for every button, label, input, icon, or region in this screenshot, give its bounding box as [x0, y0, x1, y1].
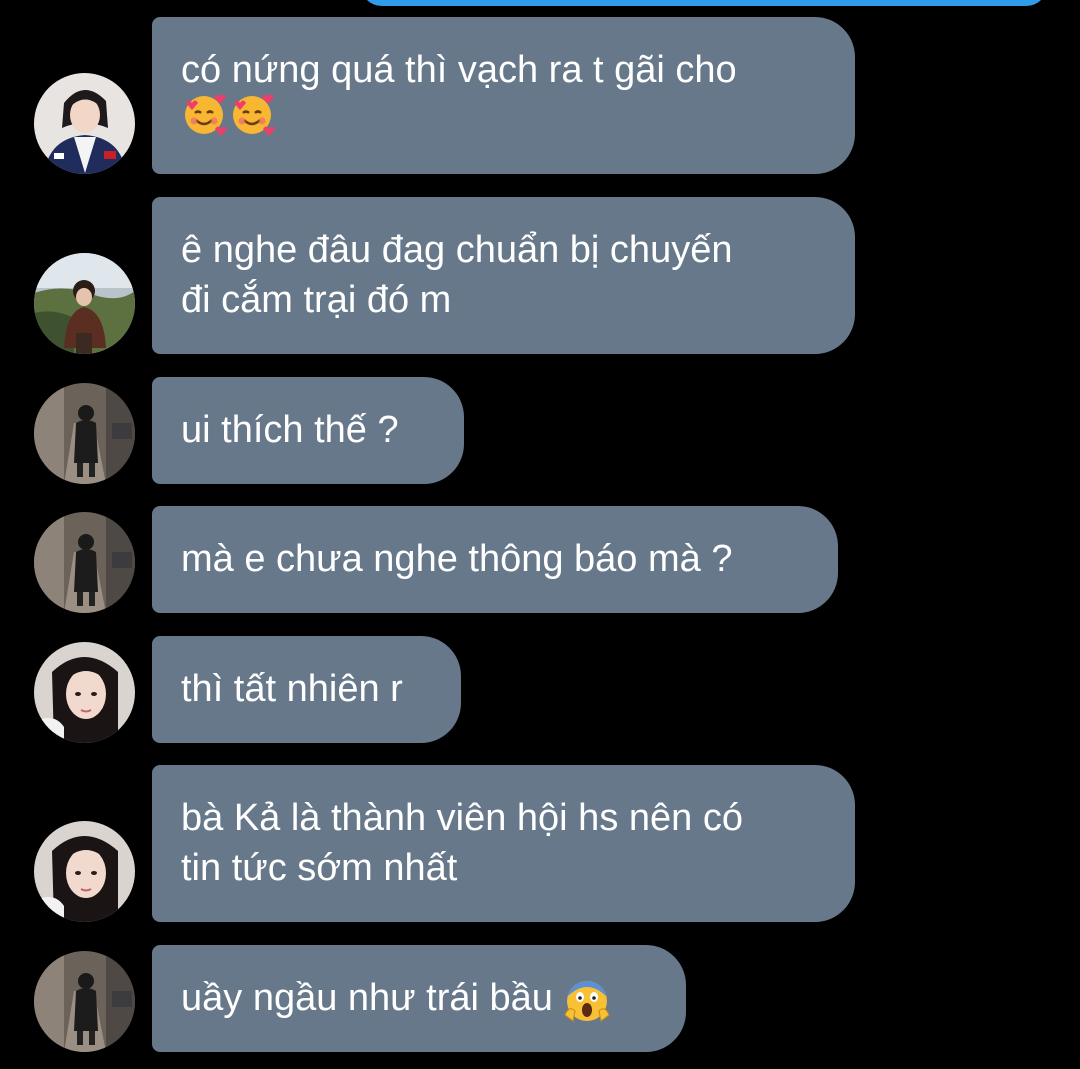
avatar[interactable]: [34, 951, 135, 1052]
message-bubble[interactable]: ê nghe đâu đag chuẩn bị chuyến đi cắm tr…: [152, 197, 855, 354]
message-text: mà e chưa nghe thông báo mà ?: [181, 538, 733, 580]
avatar[interactable]: [34, 383, 135, 484]
avatar[interactable]: [34, 512, 135, 613]
message-bubble[interactable]: có nứng quá thì vạch ra t gãi cho: [152, 17, 855, 174]
message-text: thì tất nhiên r: [181, 668, 403, 710]
smiling-face-with-hearts-icon: [181, 91, 227, 150]
message-bubble[interactable]: thì tất nhiên r: [152, 636, 461, 743]
sent-message-bubble-edge[interactable]: [360, 0, 1048, 6]
message-bubble[interactable]: bà Kả là thành viên hội hs nên có tin tứ…: [152, 765, 855, 922]
avatar[interactable]: [34, 642, 135, 743]
avatar[interactable]: [34, 73, 135, 174]
message-text: ui thích thế ?: [181, 409, 399, 451]
avatar[interactable]: [34, 253, 135, 354]
avatar[interactable]: [34, 821, 135, 922]
message-bubble[interactable]: uầy ngầu như trái bầu: [152, 945, 686, 1052]
message-text: bà Kả là thành viên hội hs nên có tin tứ…: [181, 797, 743, 889]
message-bubble[interactable]: mà e chưa nghe thông báo mà ?: [152, 506, 838, 613]
message-text: ê nghe đâu đag chuẩn bị chuyến đi cắm tr…: [181, 229, 733, 321]
message-text: uầy ngầu như trái bầu: [181, 977, 553, 1019]
smiling-face-with-hearts-icon: [229, 91, 275, 150]
screaming-face-icon: [563, 975, 611, 1036]
message-text: có nứng quá thì vạch ra t gãi cho: [181, 49, 737, 91]
message-bubble[interactable]: ui thích thế ?: [152, 377, 464, 484]
